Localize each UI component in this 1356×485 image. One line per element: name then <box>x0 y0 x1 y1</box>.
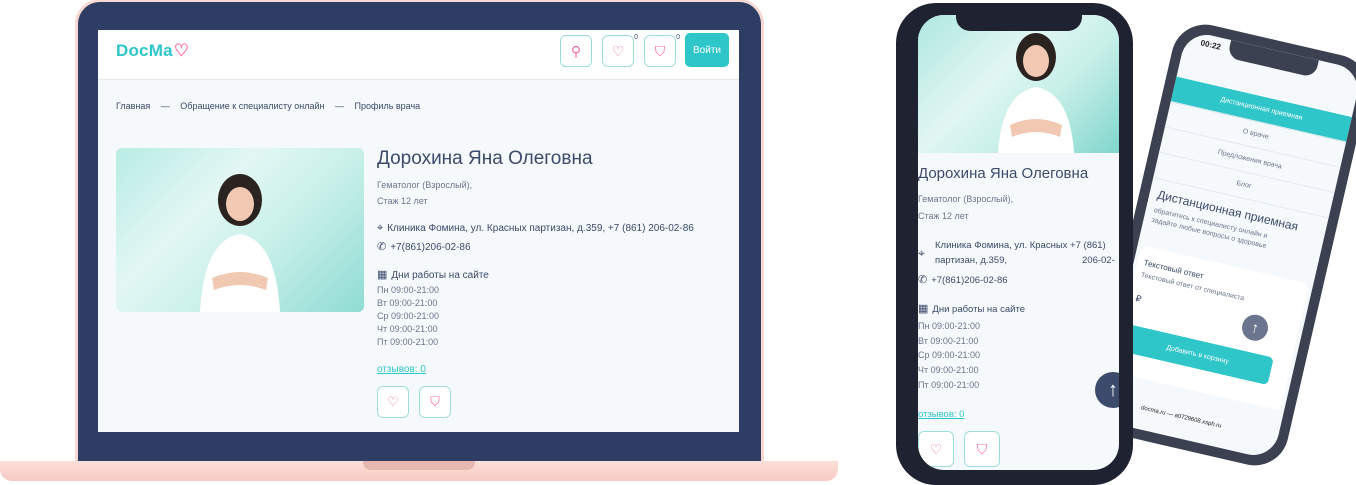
doctor-portrait-illustration <box>998 33 1074 153</box>
arrow-up-icon: ↑ <box>1108 378 1118 401</box>
reviews-link[interactable]: отзывов: 0 <box>377 364 426 375</box>
phone-notch <box>1227 40 1319 78</box>
schedule-day: Ср 09:00-21:00 <box>918 350 981 360</box>
site-header: DocMa♡ ⚲ ♡ 0 ⛉ 0 Войти <box>98 30 739 80</box>
logo[interactable]: DocMa♡ <box>116 41 189 61</box>
schedule-title: Дни работы на сайте <box>932 304 1025 315</box>
breadcrumb-separator: — <box>335 101 345 111</box>
breadcrumb-separator: — <box>160 101 170 111</box>
heart-icon: ♡ <box>929 440 943 457</box>
search-button[interactable]: ⚲ <box>560 35 592 67</box>
schedule-day: Пт 09:00-21:00 <box>377 337 439 347</box>
cart-button[interactable]: ⛉ 0 <box>644 34 680 67</box>
doctor-photo <box>918 15 1119 153</box>
logo-text: DocMa <box>116 41 173 60</box>
laptop-screen: DocMa♡ ⚲ ♡ 0 ⛉ 0 Войти Главная — Обращен… <box>98 30 739 432</box>
clinic-address-line: Клиника Фомина, ул. Красных +7 (861) <box>935 240 1106 251</box>
phone-primary-screen: Дорохина Яна Олеговна Гематолог (Взрослы… <box>918 15 1119 470</box>
bag-icon: ⛉ <box>976 440 988 457</box>
phone-info[interactable]: ✆ +7(861)206-02-86 <box>377 240 471 253</box>
calendar-icon: ▦ <box>377 269 388 281</box>
status-time: 00:22 <box>1199 38 1222 52</box>
card-price: ₽ <box>1134 293 1143 305</box>
doctor-specialty: Гематолог (Взрослый), <box>918 194 1014 204</box>
schedule-day: Вт 09:00-21:00 <box>918 336 979 346</box>
phone-info[interactable]: ✆ +7(861)206-02-86 <box>918 273 1008 286</box>
location-pin-icon: ⌖ <box>918 246 925 260</box>
laptop-notch <box>363 461 475 470</box>
phone-number: +7(861)206-02-86 <box>931 275 1008 286</box>
calendar-icon: ▦ <box>918 303 929 315</box>
schedule-header: ▦ Дни работы на сайте <box>918 302 1025 315</box>
favorites-button[interactable]: ♡ 0 <box>602 34 638 67</box>
add-to-cart-button[interactable]: ⛉ <box>419 386 451 418</box>
clinic-address-line: 206-02- <box>1082 255 1115 266</box>
heart-icon: ♡ <box>611 42 625 59</box>
schedule-day: Чт 09:00-21:00 <box>377 324 438 334</box>
doctor-experience: Стаж 12 лет <box>918 211 969 221</box>
arrow-up-icon: ↑ <box>1249 318 1261 337</box>
url-bar: docma.ru — a0729608.xsph.ru <box>1140 405 1222 430</box>
doctor-portrait-illustration <box>200 174 280 312</box>
phone-icon: ✆ <box>918 274 928 286</box>
add-favorite-button[interactable]: ♡ <box>377 386 409 418</box>
bag-icon: ⛉ <box>654 42 666 59</box>
phone-notch <box>956 9 1082 31</box>
add-favorite-button[interactable]: ♡ <box>918 431 954 467</box>
breadcrumb-current: Профиль врача <box>354 101 421 111</box>
schedule-title: Дни работы на сайте <box>391 270 489 281</box>
scroll-top-button[interactable]: ↑ <box>1095 372 1119 408</box>
phone-number: +7(861)206-02-86 <box>390 242 471 253</box>
schedule-day: Ср 09:00-21:00 <box>377 311 440 321</box>
heart-logo-icon: ♡ <box>173 41 190 60</box>
heart-icon: ♡ <box>387 394 399 409</box>
favorites-count: 0 <box>634 34 638 41</box>
location-pin-icon: ⌖ <box>377 222 384 234</box>
schedule-header: ▦ Дни работы на сайте <box>377 268 489 281</box>
schedule-day: Пн 09:00-21:00 <box>377 285 439 295</box>
add-to-cart-button[interactable]: ⛉ <box>964 431 1000 467</box>
breadcrumb: Главная — Обращение к специалисту онлайн… <box>116 101 428 111</box>
doctor-name: Дорохина Яна Олеговна <box>918 165 1089 182</box>
doctor-specialty: Гематолог (Взрослый), <box>377 180 473 190</box>
clinic-address: Клиника Фомина, ул. Красных партизан, д.… <box>387 223 694 234</box>
reviews-link[interactable]: отзывов: 0 <box>918 409 964 420</box>
doctor-photo <box>116 148 364 312</box>
schedule-day: Чт 09:00-21:00 <box>918 365 979 375</box>
schedule-day: Вт 09:00-21:00 <box>377 298 438 308</box>
login-button[interactable]: Войти <box>685 33 729 67</box>
doctor-name: Дорохина Яна Олеговна <box>377 148 593 169</box>
phone-secondary-screen: 00:22 Дистанционная приемная О враче Пре… <box>1097 29 1356 461</box>
device-mockup-stage: DocMa♡ ⚲ ♡ 0 ⛉ 0 Войти Главная — Обращен… <box>0 0 1356 485</box>
doctor-experience: Стаж 12 лет <box>377 196 428 206</box>
bag-icon: ⛉ <box>430 394 440 409</box>
clinic-address-line: партизан, д.359, <box>935 255 1007 266</box>
schedule-day: Пн 09:00-21:00 <box>918 321 980 331</box>
schedule-day: Пт 09:00-21:00 <box>918 380 980 390</box>
clinic-info: ⌖ Клиника Фомина, ул. Красных партизан, д… <box>377 222 694 235</box>
breadcrumb-home[interactable]: Главная <box>116 101 150 111</box>
search-icon: ⚲ <box>570 42 582 59</box>
phone-icon: ✆ <box>377 241 387 253</box>
cart-count: 0 <box>676 34 680 41</box>
breadcrumb-online[interactable]: Обращение к специалисту онлайн <box>180 101 324 111</box>
